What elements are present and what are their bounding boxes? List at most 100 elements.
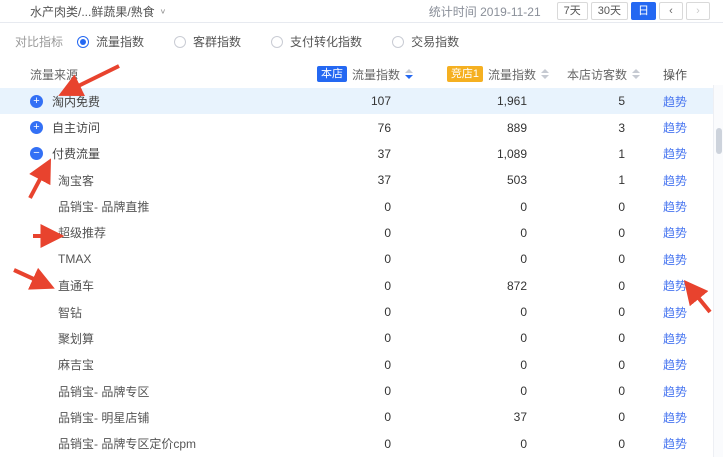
expand-icon[interactable]: +	[30, 121, 43, 134]
own-index-value: 0	[281, 226, 413, 240]
trend-link[interactable]: 趋势	[663, 279, 687, 293]
source-name-cell: 品销宝- 品牌直推	[0, 198, 281, 215]
expand-icon[interactable]: +	[30, 95, 43, 108]
source-label: 淘内免费	[52, 93, 100, 110]
rival-index-value: 0	[413, 252, 549, 266]
sort-own-index[interactable]	[405, 69, 413, 79]
visitors-value: 0	[549, 384, 640, 398]
action-cell: 趋势	[640, 119, 713, 136]
table-row: 麻吉宝000趋势	[0, 352, 713, 378]
source-name-cell: 淘宝客	[0, 172, 281, 189]
source-label: 直通车	[58, 277, 94, 294]
rival-index-value: 1,089	[413, 147, 549, 161]
trend-link[interactable]: 趋势	[663, 174, 687, 188]
source-label: 自主访问	[52, 119, 100, 136]
trend-link[interactable]: 趋势	[663, 332, 687, 346]
rival-shop-badge: 竞店1	[447, 66, 483, 82]
visitors-value: 0	[549, 437, 640, 451]
trend-link[interactable]: 趋势	[663, 358, 687, 372]
radio-payment-conversion-index[interactable]: 支付转化指数	[271, 33, 362, 50]
own-index-value: 0	[281, 252, 413, 266]
trend-link[interactable]: 趋势	[663, 147, 687, 161]
table-row: TMAX000趋势	[0, 246, 713, 272]
own-index-value: 0	[281, 410, 413, 424]
source-label: 智钻	[58, 304, 82, 321]
radio-icon	[271, 36, 283, 48]
range-30d-button[interactable]: 30天	[591, 2, 628, 20]
own-index-value: 0	[281, 305, 413, 319]
table-row: 品销宝- 品牌专区定价cpm000趋势	[0, 431, 713, 457]
next-day-button[interactable]: ›	[686, 2, 710, 20]
source-name-cell: 品销宝- 品牌专区定价cpm	[0, 435, 281, 452]
trend-link[interactable]: 趋势	[663, 437, 687, 451]
source-name-cell: −付费流量	[0, 145, 281, 162]
trend-link[interactable]: 趋势	[663, 411, 687, 425]
range-7d-button[interactable]: 7天	[557, 2, 588, 20]
source-name-cell: + 淘内免费	[0, 93, 281, 110]
action-cell: 趋势	[640, 224, 713, 241]
source-name-cell: 聚划算	[0, 330, 281, 347]
own-index-value: 37	[281, 173, 413, 187]
rival-index-value: 0	[413, 331, 549, 345]
col-rival-index-label: 流量指数	[488, 66, 536, 83]
radio-customer-index[interactable]: 客群指数	[174, 33, 241, 50]
source-name-cell: 智钻	[0, 304, 281, 321]
table-row: + 淘内免费 1071,9615 趋势	[0, 88, 713, 114]
trend-link[interactable]: 趋势	[663, 253, 687, 267]
trend-link[interactable]: 趋势	[663, 95, 687, 109]
action-cell: 趋势	[640, 277, 713, 294]
trend-link[interactable]: 趋势	[663, 306, 687, 320]
action-cell: 趋势	[640, 383, 713, 400]
prev-day-button[interactable]: ‹	[659, 2, 683, 20]
rival-index-value: 37	[413, 410, 549, 424]
rival-index-value: 0	[413, 305, 549, 319]
radio-label: 交易指数	[411, 33, 459, 50]
source-name-cell: 品销宝- 品牌专区	[0, 383, 281, 400]
collapse-icon[interactable]: −	[30, 147, 43, 160]
source-name-cell: 品销宝- 明星店铺	[0, 409, 281, 426]
trend-link[interactable]: 趋势	[663, 385, 687, 399]
action-cell: 趋势	[640, 435, 713, 452]
action-cell: 趋势	[640, 145, 713, 162]
col-own-index: 本店 流量指数	[281, 66, 413, 83]
visitors-value: 0	[549, 252, 640, 266]
topbar: 水产肉类/...鲜蔬果/熟食 ∨ 统计时间 2019-11-21 7天 30天 …	[0, 0, 723, 23]
trend-link[interactable]: 趋势	[663, 200, 687, 214]
range-day-button[interactable]: 日	[631, 2, 656, 20]
rival-index-value: 0	[413, 384, 549, 398]
source-label: 品销宝- 品牌专区定价cpm	[58, 435, 196, 452]
visitors-value: 1	[549, 173, 640, 187]
category-selector[interactable]: 水产肉类/...鲜蔬果/熟食 ∨	[13, 3, 166, 20]
source-name-cell: + 自主访问	[0, 119, 281, 136]
radio-traffic-index[interactable]: 流量指数	[77, 33, 144, 50]
visitors-value: 5	[549, 94, 640, 108]
action-cell: 趋势	[640, 304, 713, 321]
source-label: 品销宝- 品牌直推	[58, 198, 149, 215]
source-label: 淘宝客	[58, 172, 94, 189]
table-row: 直通车08720趋势	[0, 273, 713, 299]
radio-label: 支付转化指数	[290, 33, 362, 50]
own-index-value: 37	[281, 147, 413, 161]
col-visitors: 本店访客数	[549, 66, 640, 83]
trend-link[interactable]: 趋势	[663, 226, 687, 240]
date-controls: 统计时间 2019-11-21 7天 30天 日 ‹ ›	[429, 2, 710, 20]
trend-link[interactable]: 趋势	[663, 121, 687, 135]
visitors-value: 0	[549, 410, 640, 424]
own-index-value: 107	[281, 94, 413, 108]
radio-label: 流量指数	[96, 33, 144, 50]
visitors-value: 0	[549, 279, 640, 293]
action-cell: 趋势	[640, 330, 713, 347]
rival-index-value: 503	[413, 173, 549, 187]
rival-index-value: 1,961	[413, 94, 549, 108]
radio-transaction-index[interactable]: 交易指数	[392, 33, 459, 50]
table-row: +自主访问768893趋势	[0, 114, 713, 140]
table-row: −付费流量371,0891趋势	[0, 141, 713, 167]
action-cell: 趋势	[640, 251, 713, 268]
radio-icon	[174, 36, 186, 48]
own-index-value: 76	[281, 121, 413, 135]
scrollbar-thumb[interactable]	[716, 128, 722, 154]
vertical-scrollbar[interactable]	[713, 85, 723, 457]
source-label: TMAX	[58, 252, 91, 266]
sort-visitors[interactable]	[632, 69, 640, 79]
sort-rival-index[interactable]	[541, 69, 549, 79]
